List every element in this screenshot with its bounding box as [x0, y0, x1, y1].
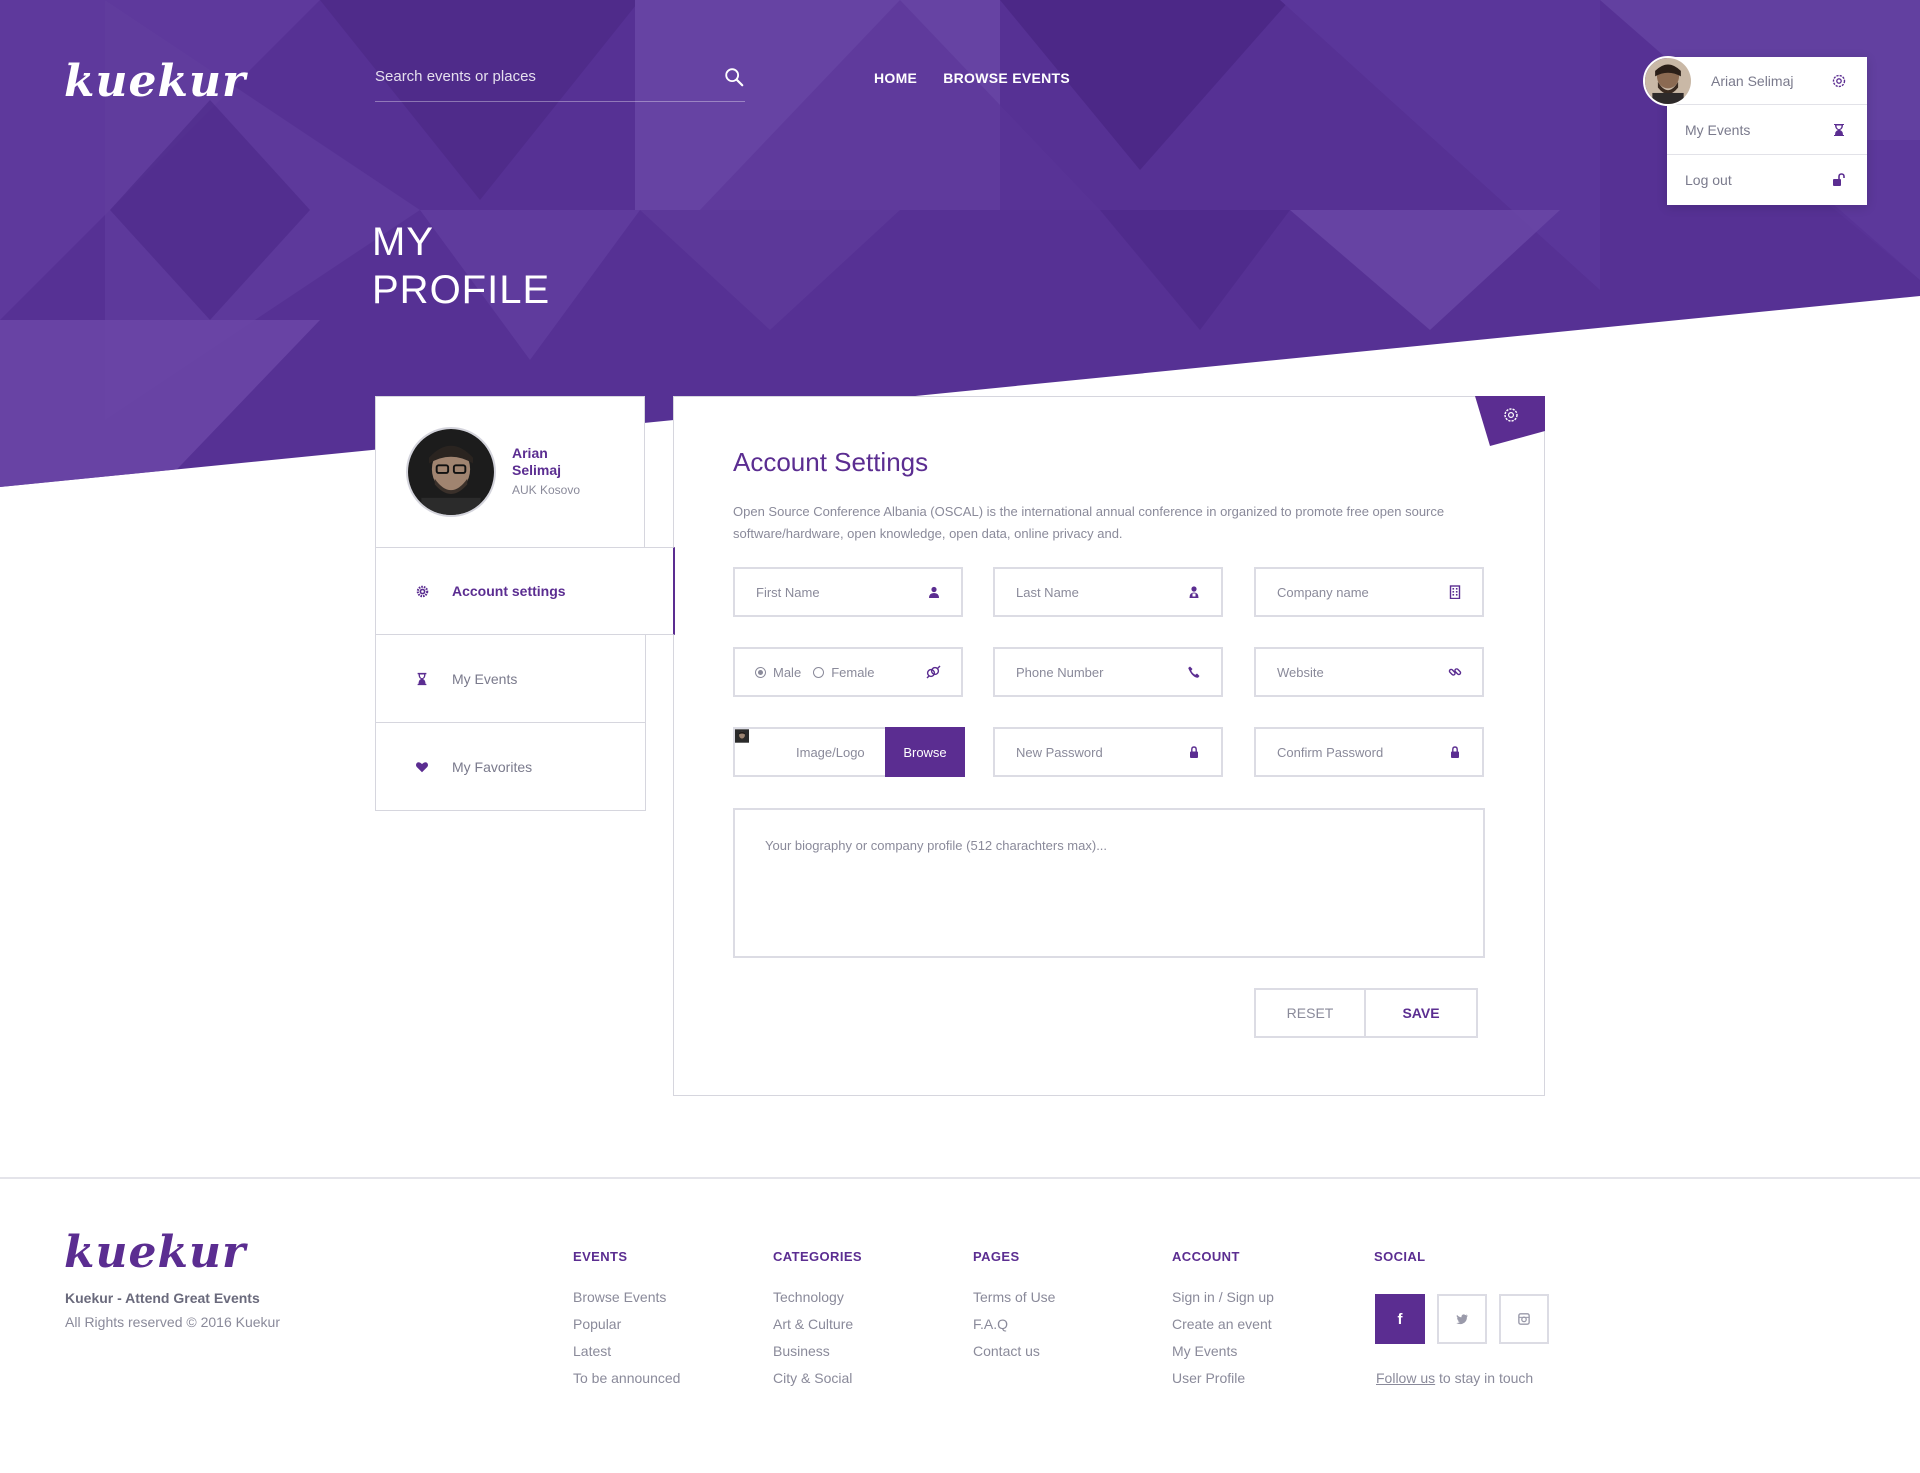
follow-text: Follow us to stay in touch [1376, 1370, 1534, 1386]
unlock-icon [1833, 173, 1845, 186]
new-password-field[interactable]: New Password [993, 727, 1223, 777]
search-icon[interactable] [723, 66, 745, 88]
gear-icon [414, 583, 430, 599]
facebook-icon[interactable]: f [1375, 1294, 1425, 1344]
last-name-field[interactable]: Last Name [993, 567, 1223, 617]
radio-unchecked [813, 666, 825, 678]
footer-column-title: SOCIAL [1374, 1249, 1426, 1264]
footer-link[interactable]: My Events [1172, 1338, 1274, 1365]
footer-column-pages: PAGES Terms of Use F.A.Q Contact us [973, 1249, 1055, 1365]
first-name-field[interactable]: First Name [733, 567, 963, 617]
biography-textarea[interactable]: Your biography or company profile (512 c… [733, 808, 1485, 958]
footer-link[interactable]: User Profile [1172, 1365, 1274, 1392]
footer-logo[interactable]: kuekur [64, 1227, 246, 1278]
phone-icon [1188, 666, 1200, 678]
sidebar-item-my-events[interactable]: My Events [375, 635, 646, 723]
footer-link[interactable]: Popular [573, 1311, 680, 1338]
footer-column-categories: CATEGORIES Technology Art & Culture Busi… [773, 1249, 862, 1392]
profile-name: Arian Selimaj [512, 445, 562, 478]
image-thumbnail [735, 729, 783, 775]
footer-link[interactable]: F.A.Q [973, 1311, 1055, 1338]
footer-copyright: All Rights reserved © 2016 Kuekur [65, 1314, 280, 1330]
gear-icon[interactable] [1831, 73, 1847, 89]
follow-us-link[interactable]: Follow us [1376, 1370, 1435, 1386]
lock-icon [1190, 746, 1198, 758]
profile-org: AUK Kosovo [512, 483, 581, 497]
user-menu-logout[interactable]: Log out [1667, 155, 1867, 205]
company-name-field[interactable]: Company name [1254, 567, 1484, 617]
kuekur-logo[interactable]: kuekur [64, 56, 246, 107]
nav-browse-events[interactable]: BROWSE EVENTS [943, 70, 1070, 86]
footer-column-account: ACCOUNT Sign in / Sign up Create an even… [1172, 1249, 1274, 1392]
settings-description: Open Source Conference Albania (OSCAL) i… [733, 504, 1445, 541]
profile-avatar[interactable] [406, 427, 496, 517]
footer-link[interactable]: Art & Culture [773, 1311, 862, 1338]
footer-column-title: ACCOUNT [1172, 1249, 1240, 1264]
main-nav: HOME BROWSE EVENTS [874, 70, 1070, 86]
footer-link[interactable]: Terms of Use [973, 1284, 1055, 1311]
settings-title: Account Settings [733, 447, 929, 477]
user-name: Arian Selimaj [1711, 72, 1794, 89]
phone-field[interactable]: Phone Number [993, 647, 1223, 697]
sidebar-item-my-favorites[interactable]: My Favorites [375, 723, 646, 811]
save-button[interactable]: SAVE [1366, 988, 1478, 1038]
footer-column-title: CATEGORIES [773, 1249, 862, 1264]
profile-card: Arian Selimaj AUK Kosovo [375, 396, 645, 548]
footer-column-title: PAGES [973, 1249, 1020, 1264]
building-icon [1449, 585, 1461, 599]
image-upload-field[interactable]: Image/Logo Browse [733, 727, 965, 777]
footer-link[interactable]: Browse Events [573, 1284, 680, 1311]
nav-home[interactable]: HOME [874, 70, 917, 86]
website-field[interactable]: Website [1254, 647, 1484, 697]
user-icon [1189, 586, 1199, 598]
hourglass-icon [414, 671, 430, 687]
gender-field: Male Female [733, 647, 963, 697]
footer-tagline: Kuekur - Attend Great Events [65, 1290, 260, 1306]
radio-checked [755, 666, 766, 678]
footer-link[interactable]: Create an event [1172, 1311, 1274, 1338]
account-settings-panel: Account Settings Open Source Conference … [673, 396, 1545, 1096]
page-title: MY PROFILE [372, 218, 550, 314]
footer-link[interactable]: To be announced [573, 1365, 680, 1392]
sidebar-item-account-settings[interactable]: Account settings [375, 547, 675, 635]
footer-column-social: SOCIAL [1374, 1249, 1426, 1284]
user-menu-my-events[interactable]: My Events [1667, 105, 1867, 155]
search-bar [375, 58, 745, 102]
confirm-password-field[interactable]: Confirm Password [1254, 727, 1484, 777]
settings-corner-badge[interactable] [1475, 396, 1545, 446]
lock-icon [1451, 746, 1459, 758]
browse-button[interactable]: Browse [885, 727, 965, 777]
reset-button[interactable]: RESET [1254, 988, 1366, 1038]
footer-link[interactable]: Contact us [973, 1338, 1055, 1365]
page-title-line-1: MY [372, 220, 434, 264]
footer-link[interactable]: Sign in / Sign up [1172, 1284, 1274, 1311]
user-avatar[interactable] [1643, 56, 1693, 106]
user-icon [929, 586, 939, 598]
gender-female-radio[interactable]: Female [813, 665, 875, 680]
footer-link[interactable]: City & Social [773, 1365, 862, 1392]
social-buttons: f [1375, 1294, 1549, 1344]
heart-icon [414, 759, 430, 775]
footer-divider [0, 1177, 1920, 1179]
hourglass-icon [1834, 123, 1844, 136]
user-menu-header[interactable]: Arian Selimaj [1667, 57, 1867, 105]
footer-link[interactable]: Business [773, 1338, 862, 1365]
instagram-icon[interactable] [1499, 1294, 1549, 1344]
footer-column-events: EVENTS Browse Events Popular Latest To b… [573, 1249, 680, 1392]
user-dropdown: Arian Selimaj My Events Log out [1667, 57, 1867, 205]
gender-icon [926, 665, 941, 679]
twitter-icon[interactable] [1437, 1294, 1487, 1344]
search-input[interactable] [375, 58, 695, 94]
gender-male-radio[interactable]: Male [755, 665, 801, 680]
footer-link[interactable]: Latest [573, 1338, 680, 1365]
link-icon [1448, 668, 1462, 676]
profile-side-menu: Account settings My Events My Favorites [375, 547, 675, 811]
footer-link[interactable]: Technology [773, 1284, 862, 1311]
page-title-line-2: PROFILE [372, 268, 551, 312]
form-actions: RESET SAVE [1254, 988, 1478, 1038]
footer-column-title: EVENTS [573, 1249, 628, 1264]
